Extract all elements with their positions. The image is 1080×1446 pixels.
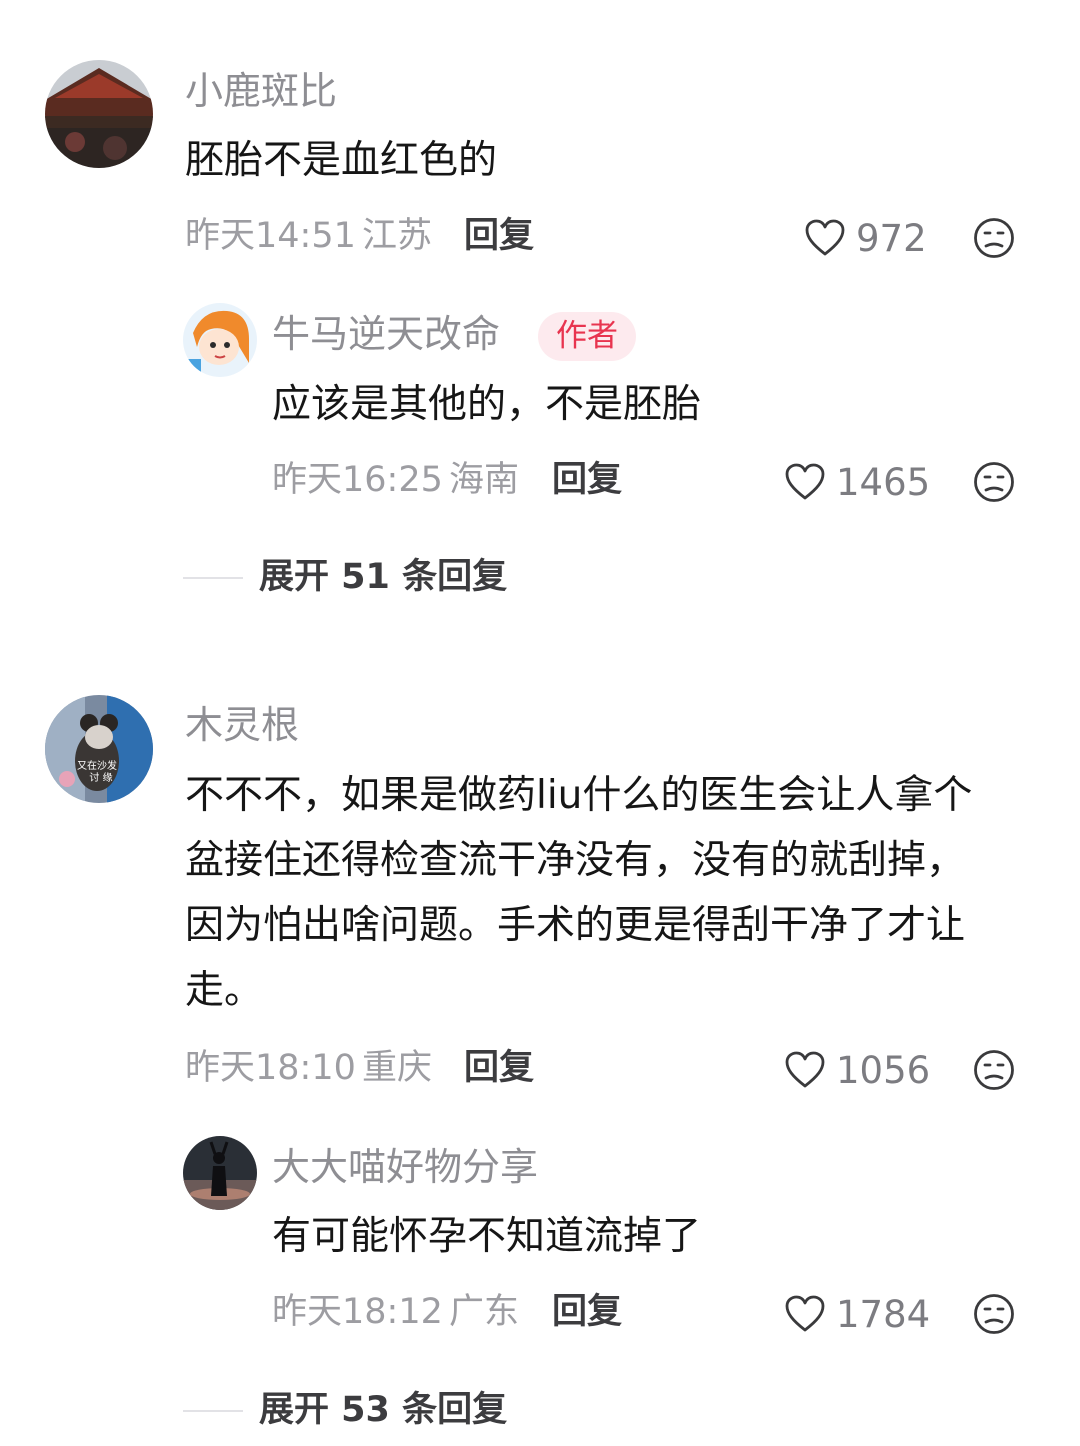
divider-line xyxy=(183,1409,243,1412)
like-button[interactable]: 1784 xyxy=(784,1290,930,1338)
comment-text-line: 走。 xyxy=(185,968,264,1013)
reply-button[interactable]: 回复 xyxy=(552,1295,622,1330)
avatar-image-icon: 又在沙发 讨 缘 xyxy=(45,695,153,803)
heart-outline-icon xyxy=(785,1295,825,1332)
svg-text:又在沙发: 又在沙发 xyxy=(77,759,117,772)
dislike-button[interactable] xyxy=(973,1293,1015,1335)
like-count: 1784 xyxy=(836,1292,931,1336)
expand-replies-button[interactable]: 展开 53 条回复 xyxy=(183,1393,507,1428)
frown-face-icon xyxy=(974,462,1014,502)
reply-button[interactable]: 回复 xyxy=(464,1051,534,1086)
comment-text-line: 不不不，如果是做药liu什么的医生会让人拿个 xyxy=(185,773,973,818)
comment-time: 昨天18:10 xyxy=(185,1048,356,1088)
avatar-image-icon xyxy=(183,1136,257,1210)
reply-author-name[interactable]: 大大喵好物分享 xyxy=(272,1148,538,1186)
comment-location: 江苏 xyxy=(362,216,433,256)
comment-author-name[interactable]: 木灵根 xyxy=(185,706,299,744)
heart-outline-icon xyxy=(785,463,825,500)
reply-author-name[interactable]: 牛马逆天改命 xyxy=(272,315,500,353)
avatar[interactable] xyxy=(183,1136,257,1210)
reply-location: 广东 xyxy=(449,1292,520,1332)
expand-replies-label: 展开 51 条回复 xyxy=(259,557,508,597)
comment-text-line: 因为怕出啥问题。手术的更是得刮干净了才让 xyxy=(185,903,966,948)
reply-text: 有可能怀孕不知道流掉了 xyxy=(272,1214,702,1259)
like-button[interactable]: 972 xyxy=(804,214,927,262)
reply-location: 海南 xyxy=(449,460,520,500)
like-count: 1056 xyxy=(836,1048,931,1092)
dislike-button[interactable] xyxy=(973,461,1015,503)
frown-face-icon xyxy=(974,218,1014,258)
avatar-image-icon xyxy=(45,60,153,168)
avatar[interactable]: 又在沙发 讨 缘 xyxy=(45,695,153,803)
comment-author-name[interactable]: 小鹿斑比 xyxy=(185,72,337,110)
expand-replies-button[interactable]: 展开 51 条回复 xyxy=(183,560,507,595)
reply-time: 昨天16:25 xyxy=(272,460,443,500)
frown-face-icon xyxy=(974,1294,1014,1334)
reply-button[interactable]: 回复 xyxy=(464,219,534,254)
heart-outline-icon xyxy=(805,219,845,256)
frown-face-icon xyxy=(974,1050,1014,1090)
reply-button[interactable]: 回复 xyxy=(552,463,622,498)
like-count: 972 xyxy=(856,216,927,260)
comment-text-line: 盆接住还得检查流干净没有，没有的就刮掉， xyxy=(185,838,966,883)
author-badge: 作者 xyxy=(538,312,636,361)
like-count: 1465 xyxy=(836,460,931,504)
divider-line xyxy=(183,576,243,579)
heart-outline-icon xyxy=(785,1051,825,1088)
svg-text:讨 缘: 讨 缘 xyxy=(89,771,112,784)
comment-text: 胚胎不是血红色的 xyxy=(185,138,498,183)
avatar[interactable] xyxy=(45,60,153,168)
comment-time: 昨天14:51 xyxy=(185,216,356,256)
like-button[interactable]: 1056 xyxy=(784,1046,930,1094)
dislike-button[interactable] xyxy=(973,1049,1015,1091)
reply-text: 应该是其他的，不是胚胎 xyxy=(272,382,702,427)
reply-time: 昨天18:12 xyxy=(272,1292,443,1332)
comment-location: 重庆 xyxy=(362,1048,433,1088)
dislike-button[interactable] xyxy=(973,217,1015,259)
expand-replies-label: 展开 53 条回复 xyxy=(259,1390,508,1430)
avatar[interactable] xyxy=(183,303,257,377)
like-button[interactable]: 1465 xyxy=(784,458,930,506)
avatar-image-icon xyxy=(183,303,257,377)
